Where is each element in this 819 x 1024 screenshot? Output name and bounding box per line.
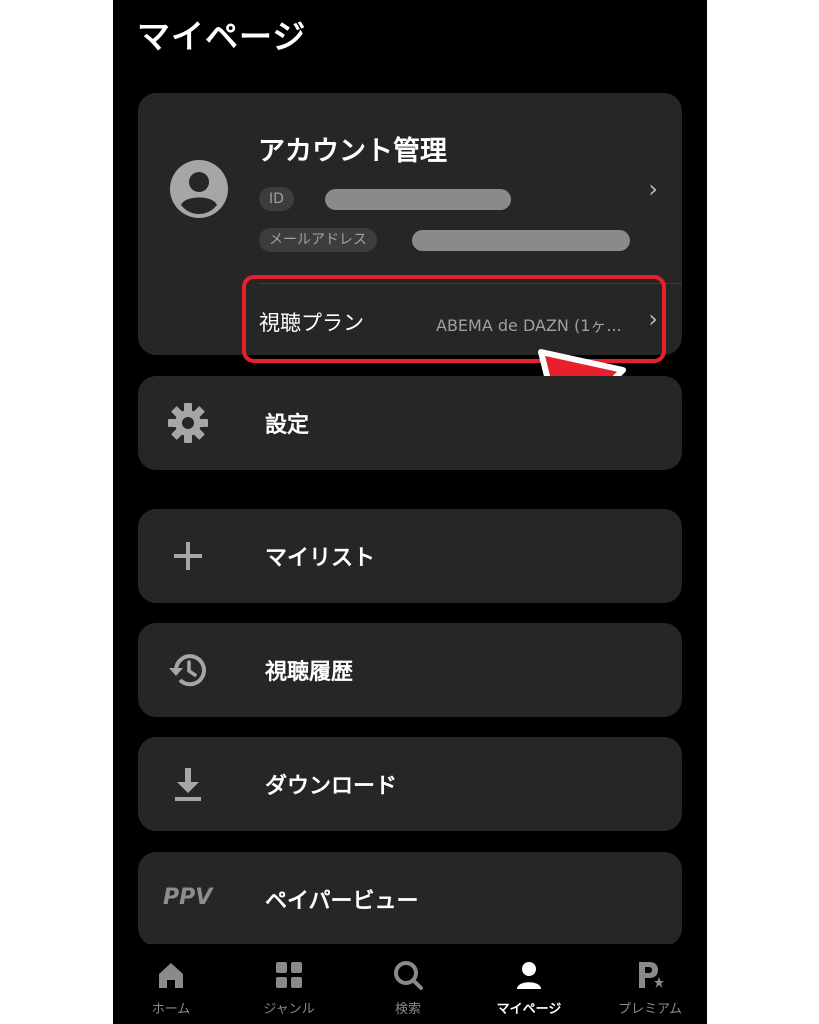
person-icon <box>517 962 541 989</box>
settings-label: 設定 <box>265 413 310 438</box>
premium-icon <box>639 962 664 988</box>
nav-mypage-label: マイページ <box>496 1002 562 1017</box>
nav-mypage[interactable]: マイページ <box>474 960 584 1017</box>
mylist-item[interactable]: マイリスト <box>138 509 682 603</box>
history-item[interactable]: 視聴履歴 <box>138 623 682 717</box>
ppv-icon: PPV <box>163 885 213 910</box>
bottom-nav: ホーム ジャンル 検索 マイページ プレミアム <box>113 944 707 1024</box>
plus-icon <box>174 542 202 570</box>
gear-icon <box>168 403 208 443</box>
nav-home-label: ホーム <box>151 1002 191 1017</box>
download-label: ダウンロード <box>265 774 398 799</box>
phone-screen: マイページ アカウント管理 ID メールアドレス › 視聴プラン ABEMA d… <box>113 0 707 1024</box>
account-title: アカウント管理 <box>258 136 447 167</box>
page-title: マイページ <box>137 17 307 56</box>
nav-premium[interactable]: プレミアム <box>595 960 705 1017</box>
settings-item[interactable]: 設定 <box>138 376 682 470</box>
nav-home[interactable]: ホーム <box>116 960 226 1017</box>
nav-search[interactable]: 検索 <box>353 960 463 1017</box>
ppv-item[interactable]: PPV ペイパービュー <box>138 852 682 946</box>
download-icon <box>175 768 201 801</box>
nav-genre[interactable]: ジャンル <box>234 960 344 1017</box>
nav-genre-label: ジャンル <box>263 1002 315 1017</box>
ppv-label: ペイパービュー <box>265 889 419 914</box>
chevron-right-icon: › <box>648 175 658 203</box>
mylist-label: マイリスト <box>265 546 376 571</box>
download-item[interactable]: ダウンロード <box>138 737 682 831</box>
id-value-redacted <box>325 189 511 210</box>
email-value-redacted <box>412 230 630 251</box>
nav-premium-label: プレミアム <box>617 1002 683 1017</box>
nav-search-label: 検索 <box>394 1002 421 1017</box>
avatar-icon <box>170 160 228 218</box>
history-icon <box>169 654 206 687</box>
search-icon <box>394 961 423 990</box>
id-label: ID <box>259 187 294 211</box>
home-icon <box>159 963 183 988</box>
email-label: メールアドレス <box>259 228 377 252</box>
grid-icon <box>276 962 302 988</box>
history-label: 視聴履歴 <box>265 660 354 685</box>
